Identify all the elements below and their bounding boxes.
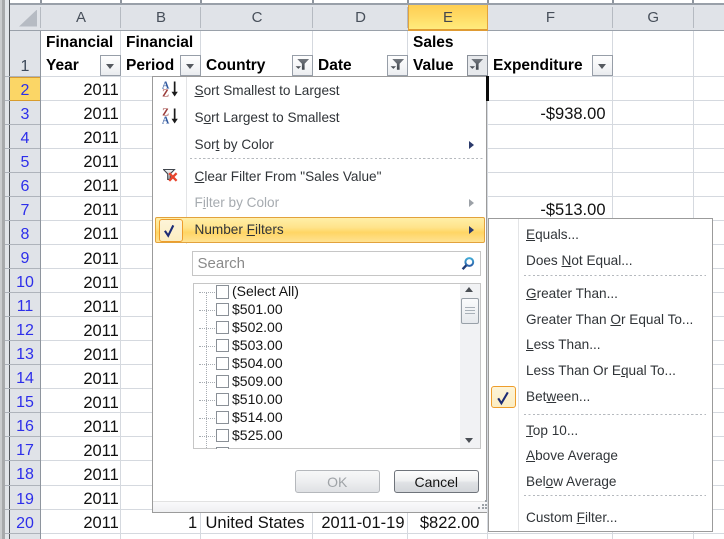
svg-text:A: A (162, 116, 170, 125)
svg-text:Z: Z (162, 89, 169, 98)
